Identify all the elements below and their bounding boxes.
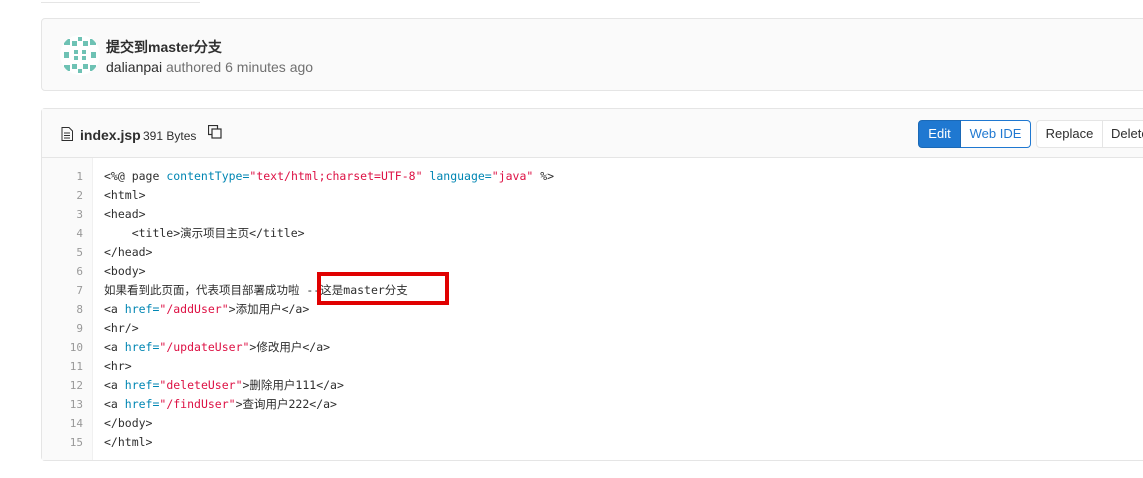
top-tab-stub <box>41 0 200 3</box>
line-number[interactable]: 3 <box>42 205 83 224</box>
line-number[interactable]: 15 <box>42 433 83 452</box>
code-token: </body> <box>104 416 153 430</box>
code-token: </html> <box>104 435 153 449</box>
code-token: "text/html;charset=UTF-8" <box>249 169 423 183</box>
code-text: <a href="/findUser">查询用户222</a> <box>104 395 337 414</box>
line-number[interactable]: 6 <box>42 262 83 281</box>
code-text: </head> <box>104 243 152 262</box>
code-line: 13 <a href="/findUser">查询用户222</a> <box>42 395 1142 414</box>
code-token: <html> <box>104 188 146 202</box>
code-token: >查询用户222</a> <box>235 397 337 411</box>
file-header: index.jsp 391 Bytes Edit Web IDE Replace… <box>42 109 1143 158</box>
code-line: 12 <a href="deleteUser">删除用户111</a> <box>42 376 1142 395</box>
code-token: contentType= <box>166 169 250 183</box>
code-token: <a <box>104 378 125 392</box>
code-text: <head> <box>104 205 146 224</box>
line-number[interactable]: 11 <box>42 357 83 376</box>
file-icon <box>61 127 73 141</box>
code-token: >修改用户</a> <box>249 340 331 354</box>
code-token: </title> <box>249 226 305 240</box>
web-ide-button[interactable]: Web IDE <box>961 120 1031 148</box>
code-line: 4 <title>演示项目主页</title> <box>42 224 1142 243</box>
line-number[interactable]: 2 <box>42 186 83 205</box>
code-text: <hr/> <box>104 319 139 338</box>
identicon-avatar-icon <box>64 37 96 73</box>
copy-icon[interactable] <box>208 125 222 139</box>
code-text: <title>演示项目主页</title> <box>104 224 305 243</box>
replace-button[interactable]: Replace <box>1036 120 1103 148</box>
commit-author[interactable]: dalianpai <box>106 59 162 75</box>
line-number[interactable]: 9 <box>42 319 83 338</box>
code-token: href= <box>124 340 160 354</box>
code-token: <body> <box>104 264 146 278</box>
code-line: 7 如果看到此页面，代表项目部署成功啦 --这是master分支 <box>42 281 1142 300</box>
code-viewer: 1 <%@ page contentType="text/html;charset… <box>42 158 1143 460</box>
code-token: <a <box>104 340 125 354</box>
code-line: 5 </head> <box>42 243 1142 262</box>
file-viewer: index.jsp 391 Bytes Edit Web IDE Replace… <box>41 108 1143 461</box>
code-line: 8 <a href="/addUser">添加用户</a> <box>42 300 1142 319</box>
code-token: <hr> <box>104 359 132 373</box>
commit-title[interactable]: 提交到master分支 <box>106 37 222 57</box>
code-token: href= <box>124 302 160 316</box>
code-text: </body> <box>104 414 152 433</box>
code-text: <%@ page contentType="text/html;charset=… <box>104 167 554 186</box>
code-token: %> <box>533 169 555 183</box>
code-line: 3 <head> <box>42 205 1142 224</box>
line-number[interactable]: 7 <box>42 281 83 300</box>
code-token: <hr/> <box>104 321 139 335</box>
line-number[interactable]: 10 <box>42 338 83 357</box>
code-text: <html> <box>104 186 146 205</box>
code-token: "java" <box>491 169 534 183</box>
edit-button[interactable]: Edit <box>918 120 961 148</box>
code-line: 11 <hr> <box>42 357 1142 376</box>
code-line: 1 <%@ page contentType="text/html;charset… <box>42 167 1142 186</box>
code-token: </head> <box>104 245 153 259</box>
file-actions: Edit Web IDE Replace Delete <box>918 120 1143 148</box>
code-token: href= <box>124 378 160 392</box>
code-token: 演示项目主页 <box>180 226 250 240</box>
line-number[interactable]: 1 <box>42 167 83 186</box>
code-token: <%@ page <box>104 169 167 183</box>
code-token: href= <box>124 397 160 411</box>
code-line: 6 <body> <box>42 262 1142 281</box>
code-token: "/addUser" <box>159 302 229 316</box>
file-name: index.jsp <box>80 127 141 143</box>
avatar[interactable] <box>60 35 100 75</box>
code-token: "/updateUser" <box>159 340 250 354</box>
code-text: </html> <box>104 433 152 452</box>
code-token: "deleteUser" <box>159 378 243 392</box>
authored-time: authored 6 minutes ago <box>165 59 314 75</box>
code-token: language= <box>422 169 492 183</box>
commit-info-box: 提交到master分支 dalianpai authored 6 minutes… <box>41 18 1143 91</box>
line-number[interactable]: 5 <box>42 243 83 262</box>
delete-button[interactable]: Delete <box>1103 120 1143 148</box>
code-line: 2 <html> <box>42 186 1142 205</box>
code-text: <body> <box>104 262 146 281</box>
commit-meta: dalianpai authored 6 minutes ago <box>106 59 313 75</box>
code-text: <a href="/addUser">添加用户</a> <box>104 300 309 319</box>
code-token: >添加用户</a> <box>228 302 310 316</box>
code-token: <a <box>104 302 125 316</box>
line-number[interactable]: 4 <box>42 224 83 243</box>
code-line: 14 </body> <box>42 414 1142 433</box>
code-token: <head> <box>104 207 146 221</box>
code-token: "/findUser" <box>159 397 236 411</box>
code-line: 15 </html> <box>42 433 1142 452</box>
code-line: 9 <hr/> <box>42 319 1142 338</box>
code-text: <a href="/updateUser">修改用户</a> <box>104 338 330 357</box>
file-size: 391 Bytes <box>143 129 197 143</box>
line-number[interactable]: 13 <box>42 395 83 414</box>
code-text: <hr> <box>104 357 132 376</box>
code-token: <a <box>104 397 125 411</box>
code-line: 10 <a href="/updateUser">修改用户</a> <box>42 338 1142 357</box>
highlight-annotation <box>317 272 449 305</box>
line-number[interactable]: 14 <box>42 414 83 433</box>
code-token: >删除用户111</a> <box>242 378 344 392</box>
code-token: <title> <box>104 226 181 240</box>
code-text: <a href="deleteUser">删除用户111</a> <box>104 376 344 395</box>
line-number[interactable]: 12 <box>42 376 83 395</box>
line-number[interactable]: 8 <box>42 300 83 319</box>
